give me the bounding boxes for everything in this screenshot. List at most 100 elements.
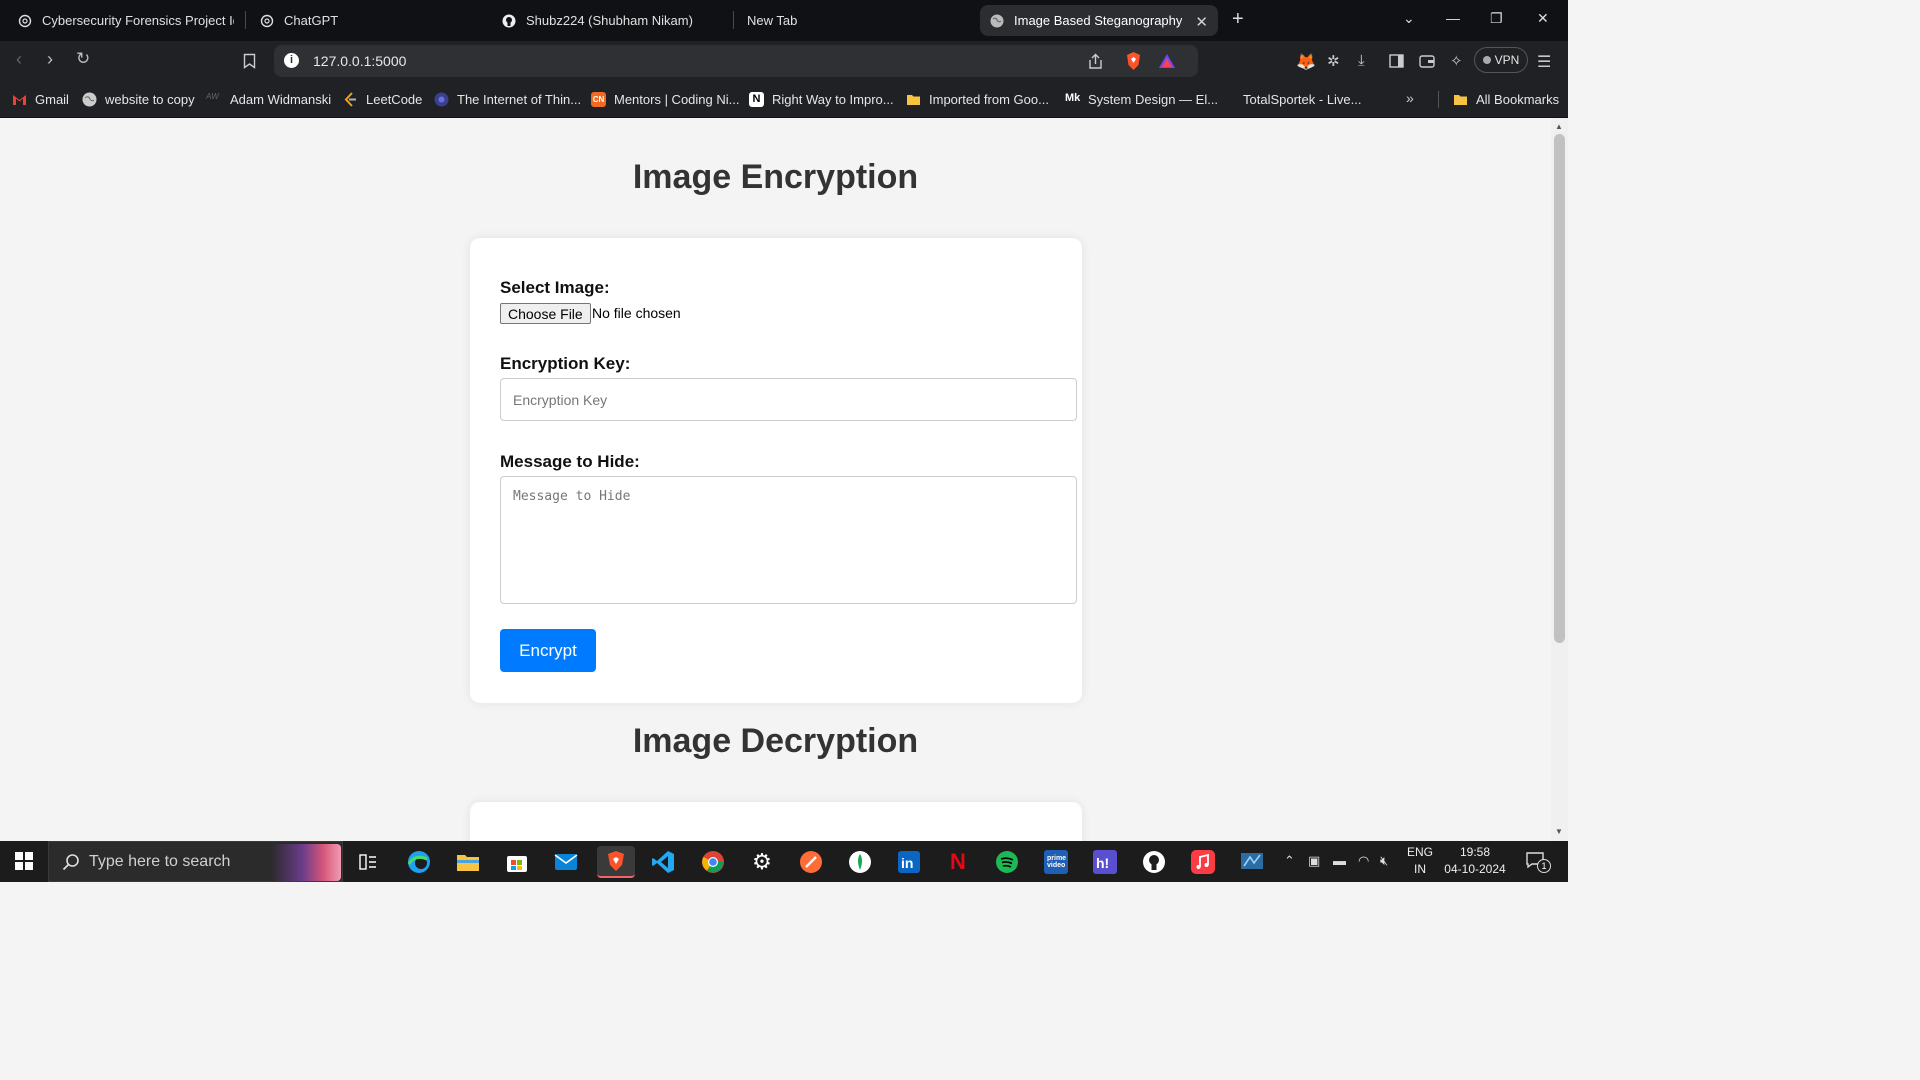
scroll-thumb[interactable]: [1554, 134, 1565, 643]
address-bar[interactable]: i 127.0.0.1:5000: [274, 45, 1198, 77]
share-icon[interactable]: [1087, 53, 1104, 70]
site-info-icon[interactable]: i: [284, 53, 299, 68]
bookmark-right-way-to-improve[interactable]: N Right Way to Impro...: [749, 89, 894, 109]
bookmark-page-icon[interactable]: [243, 53, 256, 69]
brave-rewards-icon[interactable]: [1158, 53, 1176, 69]
wallet-icon[interactable]: [1419, 54, 1435, 68]
choose-file-button[interactable]: Choose File: [500, 303, 591, 324]
tab-chatgpt[interactable]: ChatGPT: [250, 5, 486, 36]
bookmark-internet-of-things[interactable]: The Internet of Thin...: [434, 89, 581, 109]
bookmark-label: Imported from Goo...: [929, 91, 1049, 107]
gmail-icon: [13, 94, 26, 105]
reload-icon[interactable]: ↻: [76, 49, 90, 69]
coding-ninjas-icon: CN: [591, 91, 606, 107]
vpn-button[interactable]: VPN: [1474, 47, 1528, 73]
volume-muted-icon[interactable]: 🔇︎: [1380, 853, 1388, 869]
vscode-icon[interactable]: [647, 846, 679, 878]
clock-time: 19:58: [1459, 845, 1491, 859]
forward-icon[interactable]: ›: [47, 49, 53, 70]
tab-image-steganography[interactable]: Image Based Steganography ✕: [980, 5, 1218, 36]
tab-new-tab[interactable]: New Tab: [737, 5, 973, 36]
brave-browser-icon[interactable]: [597, 846, 635, 878]
bookmark-website-to-copy[interactable]: website to copy: [82, 89, 195, 109]
file-explorer-icon[interactable]: [452, 846, 484, 878]
battery-icon[interactable]: ▬: [1333, 853, 1346, 868]
encryption-key-input[interactable]: [500, 378, 1077, 421]
vpn-label: VPN: [1494, 53, 1520, 67]
meet-now-icon[interactable]: ▣: [1308, 853, 1320, 869]
message-to-hide-textarea[interactable]: [500, 476, 1077, 604]
bookmark-folder-imported[interactable]: Imported from Goo...: [906, 89, 1049, 109]
windows-start-icon[interactable]: [15, 852, 33, 870]
bookmarks-overflow-icon[interactable]: »: [1406, 90, 1414, 106]
bookmark-label: Gmail: [35, 91, 69, 107]
svg-text:in: in: [901, 855, 913, 871]
mongodb-compass-icon[interactable]: [844, 846, 876, 878]
github-desktop-icon[interactable]: [1138, 846, 1170, 878]
encryption-key-label: Encryption Key:: [500, 354, 631, 373]
linkedin-icon[interactable]: in: [893, 846, 925, 878]
notion-icon: N: [749, 91, 764, 107]
url-text[interactable]: 127.0.0.1:5000: [313, 53, 406, 69]
sidebar-icon[interactable]: [1389, 54, 1404, 68]
show-hidden-icons-icon[interactable]: ⌃: [1284, 853, 1295, 869]
tab-search-chevron-icon[interactable]: ⌄: [1403, 10, 1415, 27]
brave-shields-icon[interactable]: [1125, 51, 1142, 71]
all-bookmarks-label: All Bookmarks: [1476, 91, 1560, 107]
bookmark-system-design[interactable]: Mk System Design — El...: [1065, 89, 1218, 109]
notifications-icon[interactable]: 1: [1526, 852, 1551, 873]
tab-title: Shubz224 (Shubham Nikam): [526, 13, 693, 28]
totalsportek-icon: [1220, 91, 1235, 107]
edge-icon[interactable]: [403, 846, 435, 878]
new-tab-icon[interactable]: +: [1232, 8, 1244, 31]
scroll-up-icon[interactable]: ▲: [1555, 122, 1563, 131]
svg-text:h!: h!: [1096, 855, 1109, 871]
hackerrank-icon[interactable]: h!: [1089, 846, 1121, 878]
language-code: ENG: [1406, 845, 1433, 859]
metamask-icon[interactable]: 🦊: [1296, 52, 1316, 72]
aw-logo-icon: AW: [206, 91, 219, 101]
mail-icon[interactable]: [550, 846, 582, 878]
scroll-down-icon[interactable]: ▼: [1555, 827, 1563, 836]
restore-icon[interactable]: ❐: [1490, 10, 1503, 27]
bookmark-adam-widmanski[interactable]: AW Adam Widmanski: [206, 89, 331, 109]
globe-icon: [434, 92, 449, 106]
netflix-icon[interactable]: N: [942, 846, 974, 878]
page-scrollbar[interactable]: ▲ ▼: [1551, 118, 1568, 841]
remote-desktop-icon[interactable]: [1236, 846, 1268, 878]
close-window-icon[interactable]: ✕: [1537, 10, 1549, 27]
bookmark-leetcode[interactable]: LeetCode: [343, 89, 422, 109]
bookmark-all-bookmarks[interactable]: All Bookmarks: [1453, 89, 1559, 109]
task-view-icon[interactable]: [352, 846, 384, 878]
prime-video-icon[interactable]: prime video: [1040, 846, 1072, 878]
microsoft-store-icon[interactable]: [501, 846, 533, 878]
back-icon[interactable]: ‹: [16, 49, 22, 70]
wifi-icon[interactable]: ◠: [1358, 853, 1369, 869]
message-to-hide-label: Message to Hide:: [500, 452, 640, 471]
clock[interactable]: 19:58 04-10-2024: [1440, 845, 1510, 876]
chrome-icon[interactable]: [697, 846, 729, 878]
spotify-icon[interactable]: [991, 846, 1023, 878]
minimize-icon[interactable]: —: [1446, 10, 1460, 26]
taskbar-search-box[interactable]: Type here to search: [48, 841, 343, 882]
search-highlight-image: [271, 844, 341, 881]
postman-icon[interactable]: [795, 846, 827, 878]
bookmark-mentors-coding-ninjas[interactable]: CN Mentors | Coding Ni...: [591, 89, 739, 109]
menu-icon[interactable]: ☰: [1537, 52, 1551, 72]
bookmark-gmail[interactable]: Gmail: [12, 89, 69, 109]
globe-icon: [82, 92, 97, 106]
bookmark-label: website to copy: [105, 91, 195, 107]
settings-gear-icon[interactable]: ⚙: [746, 846, 778, 878]
apple-music-icon[interactable]: [1187, 846, 1219, 878]
tab-title: New Tab: [747, 13, 798, 28]
bookmark-totalsportek[interactable]: TotalSportek - Live...: [1220, 89, 1362, 109]
extensions-icon[interactable]: ✲: [1327, 52, 1340, 70]
tab-divider: [245, 11, 246, 29]
leo-ai-icon[interactable]: ✧: [1450, 52, 1463, 70]
tab-cybersecurity[interactable]: Cybersecurity Forensics Project Idea: [8, 5, 244, 36]
tab-github[interactable]: Shubz224 (Shubham Nikam): [492, 5, 728, 36]
language-indicator[interactable]: ENG IN: [1405, 845, 1435, 876]
download-icon[interactable]: ⤓: [1358, 52, 1365, 69]
close-tab-icon[interactable]: ✕: [1195, 13, 1208, 31]
encrypt-button[interactable]: Encrypt: [500, 629, 596, 672]
